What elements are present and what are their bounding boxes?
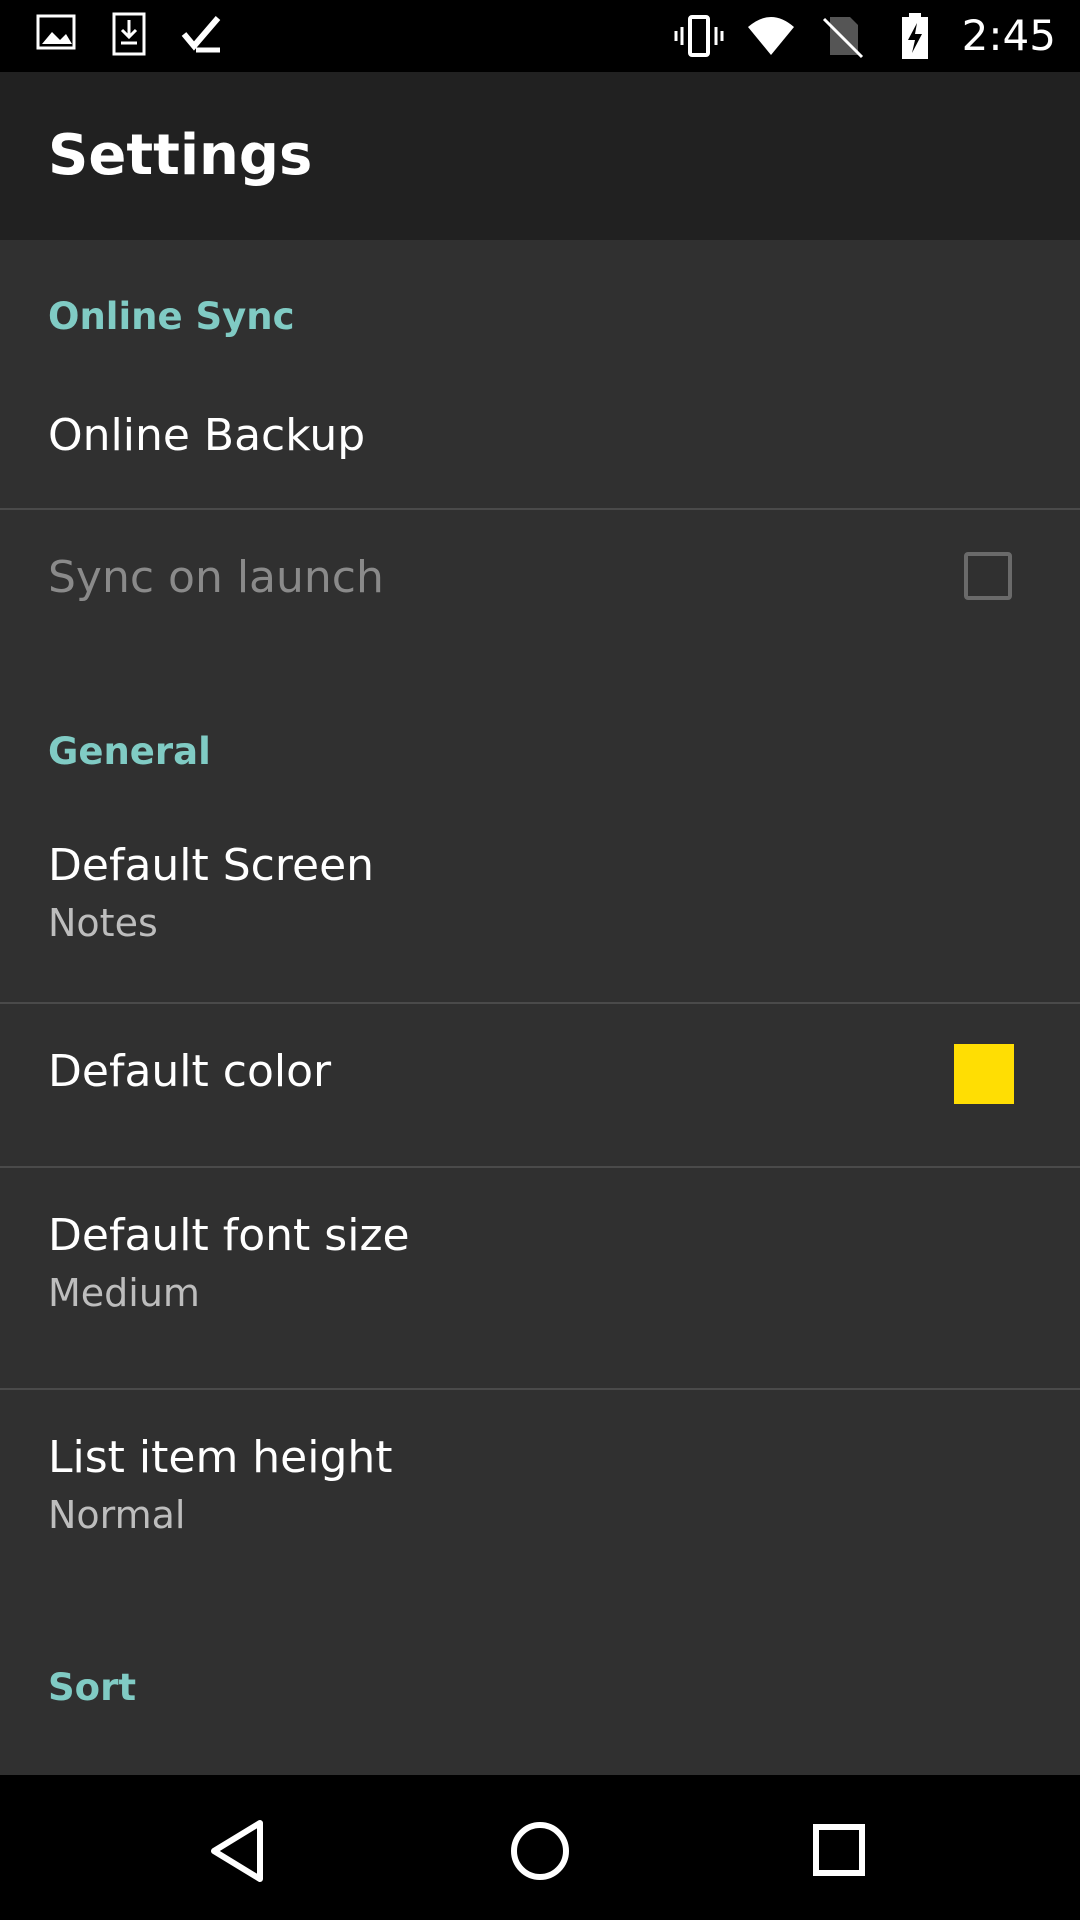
section-header-online-sync: Online Sync [48, 295, 295, 338]
pref-online-backup[interactable]: Online Backup [0, 370, 1080, 508]
pref-title: Default Screen [48, 840, 375, 891]
pref-summary: Normal [48, 1493, 186, 1537]
download-icon [112, 12, 146, 56]
section-header-sort: Sort [48, 1666, 137, 1709]
pref-title: Online Backup [48, 410, 366, 461]
battery-charging-icon [901, 13, 928, 59]
sync-on-launch-checkbox[interactable] [964, 552, 1012, 600]
clock: 2:45 [961, 11, 1056, 60]
app-bar: Settings [0, 72, 1080, 240]
pref-default-screen[interactable]: Default Screen Notes [0, 800, 1080, 945]
vibrate-icon [674, 15, 724, 57]
back-icon[interactable] [200, 1811, 280, 1891]
pref-title: Default color [48, 1046, 332, 1097]
home-icon[interactable] [500, 1811, 580, 1891]
page-title: Settings [48, 123, 313, 188]
settings-list[interactable]: Online Sync Online Backup Sync on launch… [0, 240, 1080, 1775]
no-sim-icon [822, 17, 863, 59]
pref-summary: Medium [48, 1271, 200, 1315]
pref-default-font-size[interactable]: Default font size Medium [0, 1168, 1080, 1388]
pref-list-item-height[interactable]: List item height Normal [0, 1390, 1080, 1590]
wifi-icon [747, 17, 794, 55]
status-bar: 2:45 [0, 0, 1080, 72]
pref-default-color[interactable]: Default color [0, 1004, 1080, 1166]
system-status: 2:45 [674, 10, 1056, 62]
color-swatch[interactable] [954, 1044, 1014, 1104]
checklist-icon [181, 16, 221, 53]
pref-title: Default font size [48, 1210, 410, 1261]
pref-summary: Notes [48, 901, 158, 945]
pref-sync-on-launch[interactable]: Sync on launch [0, 510, 1080, 665]
pref-title: Sync on launch [48, 552, 384, 603]
navigation-bar [0, 1775, 1080, 1920]
recents-icon[interactable] [800, 1811, 880, 1891]
pref-title: List item height [48, 1432, 393, 1483]
section-header-general: General [48, 730, 211, 773]
notification-icons [34, 10, 228, 60]
image-icon [36, 14, 76, 50]
